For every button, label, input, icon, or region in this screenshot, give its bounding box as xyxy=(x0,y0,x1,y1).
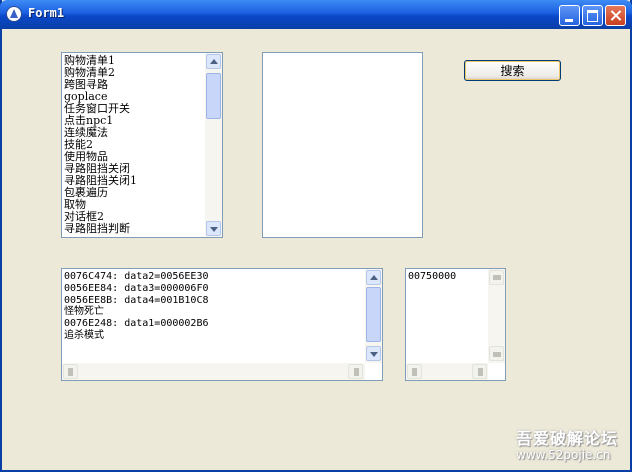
app-window: Form1 购物清单1 购物清单2 跨图寻路 goplace 任务窗口开关 点击npc1 连… xyxy=(0,0,632,472)
watermark-title: 吾爱破解论坛 xyxy=(516,429,619,448)
app-icon[interactable] xyxy=(6,6,22,22)
log-line: 0076E248: data1=000002B6 xyxy=(64,318,209,330)
log-line: 追杀模式 xyxy=(64,329,104,341)
value-vscrollbar[interactable] xyxy=(488,269,505,363)
scroll-right-arrow-icon[interactable] xyxy=(472,364,487,379)
scroll-down-arrow-icon[interactable] xyxy=(206,221,221,236)
scroll-left-arrow-icon[interactable] xyxy=(407,364,422,379)
minimize-button[interactable] xyxy=(559,5,580,26)
value-hscrollbar[interactable] xyxy=(406,363,488,380)
search-button[interactable]: 搜索 xyxy=(464,60,561,81)
empty-listbox[interactable] xyxy=(262,52,423,238)
scroll-up-arrow-icon[interactable] xyxy=(489,270,504,285)
window-title: Form1 xyxy=(28,6,65,20)
value-text: 00750000 xyxy=(408,271,457,282)
command-list-vscrollbar[interactable] xyxy=(205,53,222,237)
scroll-left-arrow-icon[interactable] xyxy=(63,364,78,379)
log-line: 0076C474: data2=0056EE30 xyxy=(64,271,209,282)
log-line: 0056EE8B: data4=001B10C8 xyxy=(64,294,209,306)
log-textbox[interactable]: 0076C474: data2=0056EE30 0056EE84: data3=… xyxy=(61,268,383,381)
log-lines: 0076C474: data2=0056EE30 0056EE84: data3=… xyxy=(64,271,209,342)
value-textbox[interactable]: 00750000 xyxy=(405,268,506,381)
watermark-url: www.52pojie.cn xyxy=(516,448,611,462)
title-bar[interactable]: Form1 xyxy=(0,0,632,29)
scroll-down-arrow-icon[interactable] xyxy=(489,346,504,361)
scroll-up-arrow-icon[interactable] xyxy=(206,54,221,69)
command-list-lines: 购物清单1 购物清单2 跨图寻路 goplace 任务窗口开关 点击npc1 连续魔法 技能2… xyxy=(64,55,137,235)
log-hscrollbar[interactable] xyxy=(62,363,365,380)
maximize-button[interactable] xyxy=(582,5,603,26)
log-vscrollbar[interactable] xyxy=(365,269,382,363)
scroll-thumb[interactable] xyxy=(206,73,221,119)
scroll-down-arrow-icon[interactable] xyxy=(366,346,381,361)
log-line: 0056EE84: data3=000006F0 xyxy=(64,282,209,294)
scroll-thumb[interactable] xyxy=(366,287,381,342)
list-item[interactable]: 寻路阻挡判断 xyxy=(64,223,137,235)
close-button[interactable] xyxy=(605,5,626,26)
log-line: 怪物死亡 xyxy=(64,306,104,318)
command-listbox[interactable]: 购物清单1 购物清单2 跨图寻路 goplace 任务窗口开关 点击npc1 连续魔法 技能2… xyxy=(61,52,223,238)
scroll-right-arrow-icon[interactable] xyxy=(348,364,363,379)
scroll-up-arrow-icon[interactable] xyxy=(366,270,381,285)
